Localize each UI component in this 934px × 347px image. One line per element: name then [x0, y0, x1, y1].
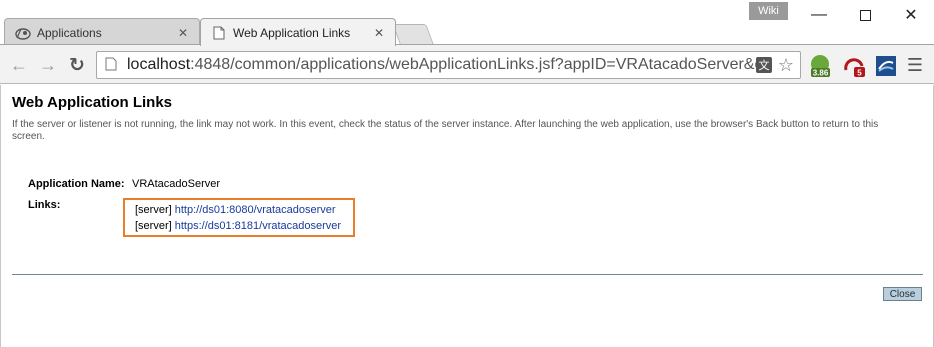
url-host: localhost	[127, 56, 191, 73]
links-highlight-box: [server] http://ds01:8080/vratacadoserve…	[123, 198, 355, 237]
http-link[interactable]: http://ds01:8080/vratacadoserver	[175, 204, 336, 216]
address-bar[interactable]: localhost:4848/common/applications/webAp…	[96, 51, 801, 79]
url-text[interactable]: localhost:4848/common/applications/webAp…	[127, 56, 756, 74]
extension-green-badge: 3.86	[813, 69, 829, 78]
reload-icon[interactable]: ↻	[66, 54, 88, 76]
page-icon	[211, 25, 227, 41]
tab-title: Applications	[37, 25, 102, 40]
minimize-icon[interactable]: —	[796, 0, 842, 30]
bookmark-star-icon[interactable]: ☆	[776, 55, 796, 75]
page-title: Web Application Links	[12, 94, 173, 111]
page-content: Web Application Links If the server or l…	[0, 85, 934, 347]
link-row: [server] http://ds01:8080/vratacadoserve…	[135, 204, 336, 216]
profile-badge[interactable]: Wiki	[749, 2, 788, 20]
extension-red-icon[interactable]: 5	[842, 54, 866, 78]
help-text: If the server or listener is not running…	[12, 119, 879, 142]
back-arrow-icon[interactable]: ←	[8, 54, 30, 76]
extension-blue-icon[interactable]	[874, 54, 898, 78]
links-label: Links:	[28, 199, 61, 211]
divider	[12, 274, 923, 275]
window-close-icon[interactable]: ✕	[888, 0, 934, 30]
tab-web-application-links[interactable]: Web Application Links ✕	[200, 18, 396, 46]
menu-icon[interactable]: ☰	[904, 54, 926, 76]
extension-red-badge: 5	[857, 69, 862, 78]
link-prefix: [server]	[135, 220, 172, 232]
forward-arrow-icon[interactable]: →	[37, 54, 59, 76]
extension-green-icon[interactable]: 3.86	[808, 54, 832, 78]
maximize-icon[interactable]	[842, 0, 888, 30]
https-link[interactable]: https://ds01:8181/vratacadoserver	[175, 220, 341, 232]
url-path: :4848/common/applications/webApplication…	[190, 56, 756, 73]
link-row: [server] https://ds01:8181/vratacadoserv…	[135, 220, 341, 232]
tab-strip: Applications ✕ Web Application Links ✕	[0, 0, 934, 46]
glassfish-icon	[15, 25, 31, 41]
application-name-value: VRAtacadoServer	[132, 178, 221, 190]
browser-toolbar: ← → ↻ localhost:4848/common/applications…	[0, 44, 934, 84]
translate-icon[interactable]: 文	[756, 57, 772, 73]
title-bar: Applications ✕ Web Application Links ✕ W…	[0, 0, 934, 46]
link-prefix: [server]	[135, 204, 172, 216]
application-name-label: Application Name:	[28, 178, 125, 190]
close-button[interactable]: Close	[883, 287, 922, 301]
close-tab-icon[interactable]: ✕	[371, 25, 387, 41]
close-tab-icon[interactable]: ✕	[175, 25, 191, 41]
tab-applications[interactable]: Applications ✕	[4, 18, 200, 46]
page-info-icon[interactable]	[105, 57, 121, 73]
new-tab-button[interactable]	[392, 24, 434, 44]
tab-title: Web Application Links	[233, 25, 351, 40]
